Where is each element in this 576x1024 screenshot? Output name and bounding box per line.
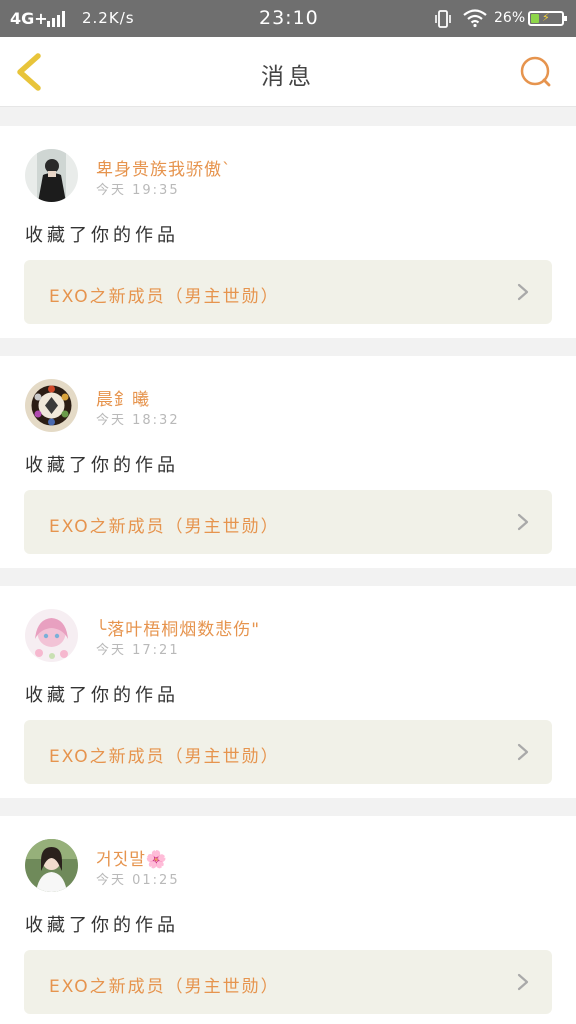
network-speed: 2.2K/s (82, 9, 135, 27)
chevron-right-icon (517, 743, 529, 761)
vibrate-icon (435, 10, 451, 28)
work-link[interactable]: EXO之新成员（男主世勋） (24, 720, 552, 784)
signal-icon (47, 11, 69, 27)
action-text: 收藏了你的作品 (25, 915, 179, 936)
message-item: ╰落叶梧桐烟数悲伤" 今天 17:21 收藏了你的作品 EXO之新成员（男主世勋… (0, 586, 576, 798)
battery-fill (531, 14, 539, 23)
battery-icon: ⚡ (528, 11, 567, 26)
timestamp: 今天 01:25 (96, 873, 180, 888)
network-type: 4G+ (10, 9, 48, 28)
timestamp: 今天 19:35 (96, 183, 180, 198)
timestamp: 今天 18:32 (96, 413, 180, 428)
charging-icon: ⚡ (542, 11, 550, 24)
username[interactable]: ╰落叶梧桐烟数悲伤" (96, 615, 260, 640)
action-text: 收藏了你的作品 (25, 225, 179, 246)
work-link[interactable]: EXO之新成员（男主世勋） (24, 490, 552, 554)
search-icon[interactable] (518, 54, 554, 90)
message-item: 晨釒曦 今天 18:32 收藏了你的作品 EXO之新成员（男主世勋） (0, 356, 576, 568)
action-text: 收藏了你的作品 (25, 685, 179, 706)
username[interactable]: 卑身贵族我骄傲` (96, 155, 232, 180)
avatar[interactable] (25, 379, 78, 432)
message-list: 卑身贵族我骄傲` 今天 19:35 收藏了你的作品 EXO之新成员（男主世勋） (0, 108, 576, 1024)
message-item: 거짓말🌸 今天 01:25 收藏了你的作品 EXO之新成员（男主世勋） (0, 816, 576, 1024)
battery-percent: 26% (494, 10, 526, 26)
chevron-right-icon (517, 513, 529, 531)
message-item: 卑身贵族我骄傲` 今天 19:35 收藏了你的作品 EXO之新成员（男主世勋） (0, 126, 576, 338)
work-title: EXO之新成员（男主世勋） (49, 977, 280, 997)
avatar[interactable] (25, 839, 78, 892)
action-text: 收藏了你的作品 (25, 455, 179, 476)
chevron-right-icon (517, 283, 529, 301)
header: 消息 (0, 37, 576, 107)
page-title: 消息 (261, 64, 315, 90)
work-link[interactable]: EXO之新成员（男主世勋） (24, 260, 552, 324)
timestamp: 今天 17:21 (96, 643, 180, 658)
username[interactable]: 거짓말🌸 (96, 845, 168, 870)
chevron-right-icon (517, 973, 529, 991)
work-title: EXO之新成员（男主世勋） (49, 517, 280, 537)
avatar[interactable] (25, 149, 78, 202)
username[interactable]: 晨釒曦 (96, 385, 150, 410)
wifi-icon (463, 9, 487, 28)
work-title: EXO之新成员（男主世勋） (49, 747, 280, 767)
status-bar: 4G+ 2.2K/s 23:10 26% ⚡ (0, 0, 576, 37)
work-link[interactable]: EXO之新成员（男主世勋） (24, 950, 552, 1014)
work-title: EXO之新成员（男主世勋） (49, 287, 280, 307)
avatar[interactable] (25, 609, 78, 662)
clock: 23:10 (259, 7, 319, 29)
